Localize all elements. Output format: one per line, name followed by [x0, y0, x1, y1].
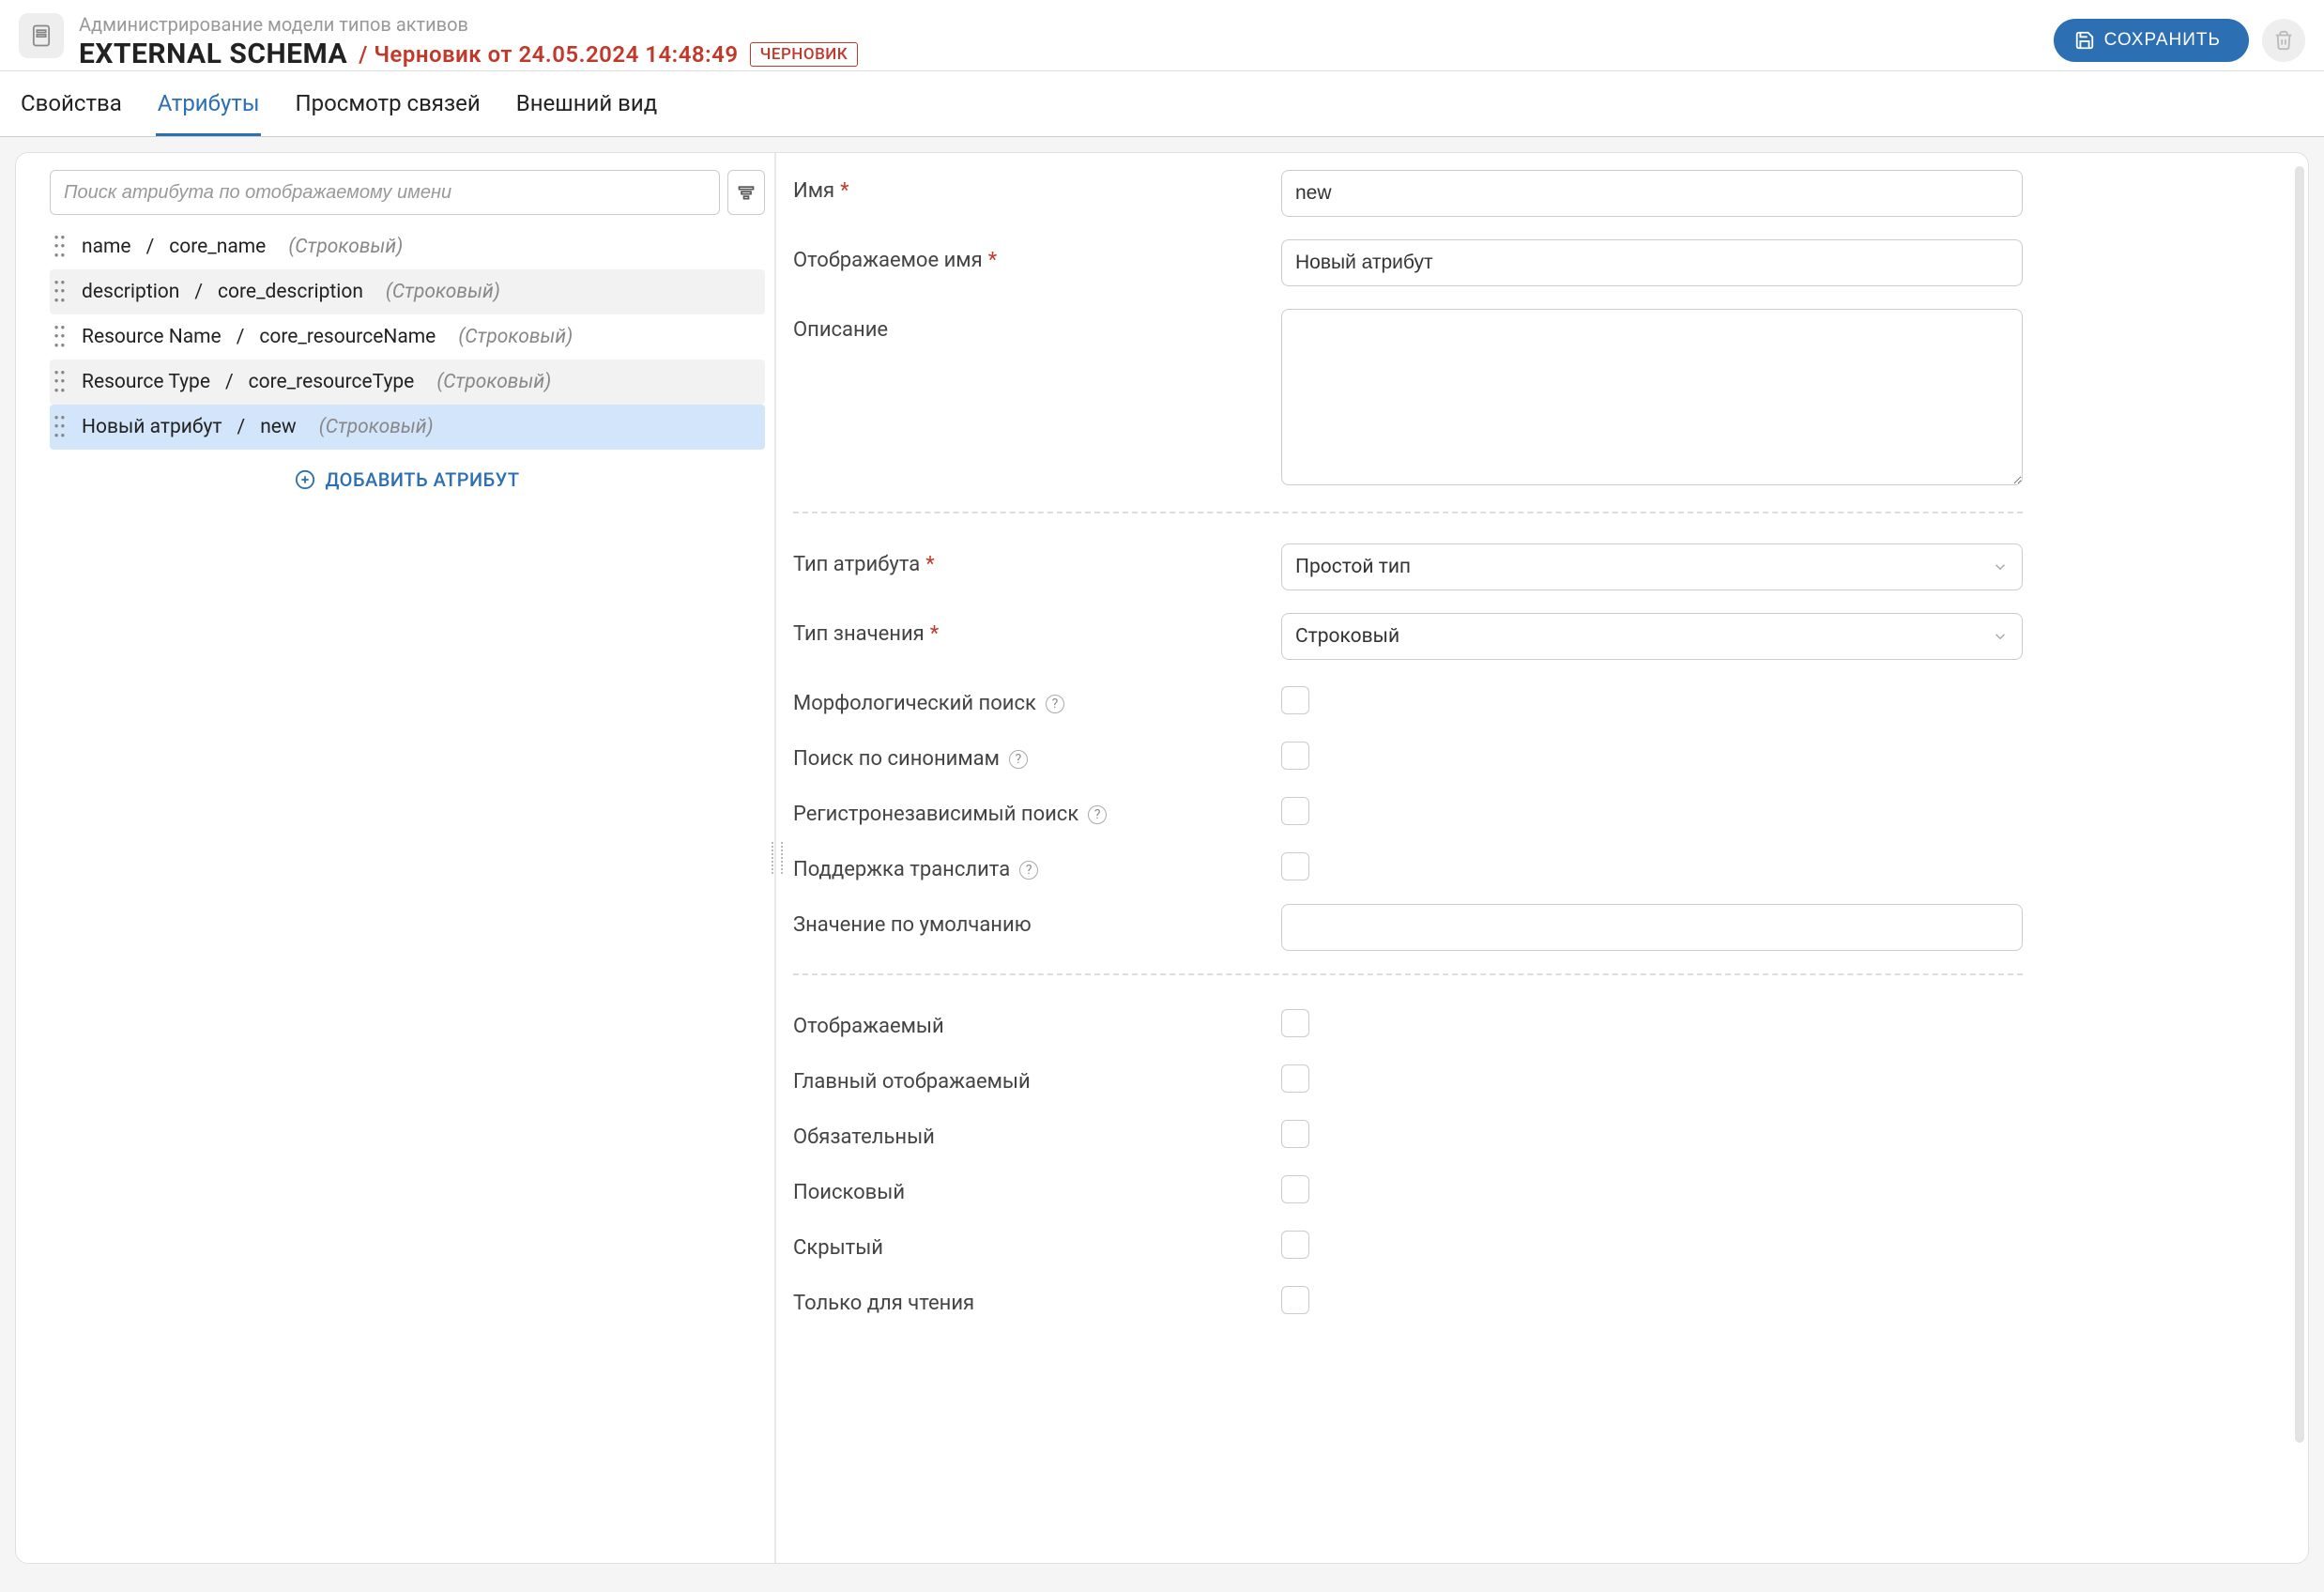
- slash-separator: /: [237, 416, 246, 438]
- plus-circle-icon: [295, 469, 315, 490]
- synonym-search-checkbox[interactable]: [1281, 742, 1309, 770]
- delete-button[interactable]: [2262, 19, 2305, 62]
- attribute-row[interactable]: •••••• Новый атрибут / new (Строковый): [50, 405, 765, 450]
- save-button[interactable]: СОХРАНИТЬ: [2054, 19, 2249, 62]
- attribute-row[interactable]: •••••• Resource Type / core_resourceType (Ст…: [50, 360, 765, 405]
- value-type-select[interactable]: Строковый: [1281, 613, 2023, 660]
- section-divider: [793, 973, 2023, 975]
- readonly-checkbox[interactable]: [1281, 1286, 1309, 1314]
- searchable-checkbox[interactable]: [1281, 1175, 1309, 1203]
- filter-icon: [737, 183, 756, 202]
- searchable-label: Поисковый: [793, 1171, 1281, 1204]
- attribute-display-name: Resource Name: [82, 326, 222, 348]
- tab-properties[interactable]: Свойства: [19, 71, 124, 136]
- slash-separator: /: [194, 281, 203, 303]
- tab-attributes[interactable]: Атрибуты: [156, 71, 262, 136]
- required-checkbox[interactable]: [1281, 1120, 1309, 1148]
- scrollbar[interactable]: [2295, 166, 2304, 1443]
- draft-timestamp: / Черновик от 24.05.2024 14:48:49: [359, 41, 738, 68]
- attribute-system-name: core_description: [218, 281, 363, 303]
- attribute-system-name: core_resourceType: [249, 371, 415, 393]
- drag-handle-icon[interactable]: ••••••: [52, 235, 69, 260]
- translit-checkbox[interactable]: [1281, 852, 1309, 880]
- attribute-display-name: Resource Type: [82, 371, 210, 393]
- chevron-down-icon: [1992, 628, 2009, 645]
- synonym-search-label: Поиск по синонимам ?: [793, 738, 1281, 771]
- attribute-search-input[interactable]: [50, 170, 720, 215]
- chevron-down-icon: [1992, 559, 2009, 575]
- attribute-type: (Строковый): [288, 236, 403, 258]
- help-icon[interactable]: ?: [1088, 805, 1107, 824]
- attr-type-value: Простой тип: [1295, 556, 1411, 578]
- attribute-display-name: description: [82, 281, 179, 303]
- model-icon: [19, 13, 64, 58]
- hidden-checkbox[interactable]: [1281, 1231, 1309, 1259]
- attribute-row[interactable]: •••••• description / core_description (Строк…: [50, 269, 765, 314]
- column-divider[interactable]: [774, 153, 776, 1563]
- drag-handle-icon[interactable]: ••••••: [52, 415, 69, 440]
- translit-label: Поддержка транслита ?: [793, 849, 1281, 881]
- attribute-display-name: name: [82, 236, 131, 258]
- display-name-input[interactable]: [1281, 239, 2023, 286]
- readonly-label: Только для чтения: [793, 1282, 1281, 1315]
- drag-handle-icon[interactable]: ••••••: [52, 280, 69, 305]
- displayed-checkbox[interactable]: [1281, 1009, 1309, 1037]
- attribute-row[interactable]: •••••• Resource Name / core_resourceName (Ст…: [50, 314, 765, 360]
- slash-separator: /: [225, 371, 234, 393]
- filter-button[interactable]: [727, 170, 765, 215]
- morpho-search-label: Морфологический поиск ?: [793, 682, 1281, 715]
- attribute-type: (Строковый): [458, 326, 573, 348]
- tabs: Свойства Атрибуты Просмотр связей Внешни…: [0, 71, 2324, 137]
- page-title: EXTERNAL SCHEMA / Черновик от 24.05.2024…: [79, 38, 2054, 70]
- required-label: Обязательный: [793, 1116, 1281, 1149]
- name-label: Имя*: [793, 170, 1281, 203]
- attribute-system-name: core_name: [169, 236, 266, 258]
- attribute-type: (Строковый): [319, 416, 434, 438]
- main-displayed-label: Главный отображаемый: [793, 1061, 1281, 1094]
- display-name-label: Отображаемое имя*: [793, 239, 1281, 272]
- value-type-value: Строковый: [1295, 625, 1399, 648]
- attribute-row[interactable]: •••••• name / core_name (Строковый): [50, 224, 765, 269]
- default-value-label: Значение по умолчанию: [793, 904, 1281, 937]
- help-icon[interactable]: ?: [1009, 750, 1028, 769]
- attribute-type: (Строковый): [386, 281, 500, 303]
- drag-handle-icon[interactable]: ••••••: [52, 325, 69, 350]
- morpho-search-checkbox[interactable]: [1281, 686, 1309, 714]
- save-button-label: СОХРАНИТЬ: [2104, 30, 2221, 51]
- add-attribute-label: ДОБАВИТЬ АТРИБУТ: [325, 468, 519, 491]
- help-icon[interactable]: ?: [1019, 861, 1038, 880]
- section-divider: [793, 512, 2023, 513]
- help-icon[interactable]: ?: [1046, 695, 1064, 713]
- attr-type-select[interactable]: Простой тип: [1281, 543, 2023, 590]
- tab-appearance[interactable]: Внешний вид: [514, 71, 660, 136]
- attribute-display-name: Новый атрибут: [82, 416, 222, 438]
- case-insensitive-label: Регистронезависимый поиск ?: [793, 793, 1281, 826]
- attribute-list: •••••• name / core_name (Строковый) •••••• des…: [50, 224, 765, 450]
- attribute-type: (Строковый): [436, 371, 551, 393]
- attribute-system-name: core_resourceName: [259, 326, 436, 348]
- description-textarea[interactable]: [1281, 309, 2023, 485]
- draft-badge: ЧЕРНОВИК: [750, 42, 859, 67]
- description-label: Описание: [793, 309, 1281, 342]
- default-value-input[interactable]: [1281, 904, 2023, 951]
- schema-name: EXTERNAL SCHEMA: [79, 38, 347, 70]
- displayed-label: Отображаемый: [793, 1005, 1281, 1038]
- attr-type-label: Тип атрибута*: [793, 543, 1281, 576]
- attribute-system-name: new: [260, 416, 297, 438]
- case-insensitive-checkbox[interactable]: [1281, 797, 1309, 825]
- drag-handle-icon[interactable]: ••••••: [52, 370, 69, 395]
- tab-relations-view[interactable]: Просмотр связей: [293, 71, 482, 136]
- name-input[interactable]: [1281, 170, 2023, 217]
- trash-icon: [2273, 30, 2294, 51]
- save-icon: [2074, 30, 2095, 51]
- breadcrumb: Администрирование модели типов активов: [79, 13, 2054, 36]
- main-displayed-checkbox[interactable]: [1281, 1064, 1309, 1093]
- slash-separator: /: [237, 326, 245, 348]
- slash-separator: /: [146, 236, 155, 258]
- hidden-label: Скрытый: [793, 1227, 1281, 1260]
- value-type-label: Тип значения*: [793, 613, 1281, 646]
- add-attribute-button[interactable]: ДОБАВИТЬ АТРИБУТ: [50, 450, 765, 510]
